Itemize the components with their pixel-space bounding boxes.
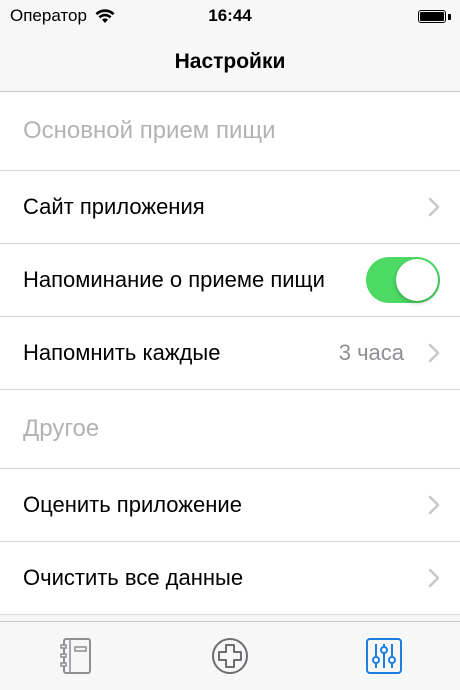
page-title: Настройки — [174, 50, 286, 73]
row-meal-reminder: Напоминание о приеме пищи — [0, 244, 460, 317]
battery-tip — [448, 14, 451, 20]
meal-reminder-toggle[interactable] — [366, 257, 440, 303]
chevron-right-icon — [428, 197, 440, 217]
row-remind-every[interactable]: Напомнить каждые 3 часа — [0, 317, 460, 390]
section-header-label: Основной прием пищи — [23, 117, 276, 144]
settings-list: Основной прием пищи Сайт приложения Напо… — [0, 92, 460, 615]
battery-fill — [420, 12, 444, 21]
battery-icon — [418, 10, 446, 23]
row-label: Напомнить каждые — [23, 340, 221, 365]
row-rate-app[interactable]: Оценить приложение — [0, 469, 460, 542]
toggle-knob — [396, 259, 438, 301]
navigation-bar: Настройки — [0, 36, 460, 92]
row-label: Напоминание о приеме пищи — [23, 267, 325, 292]
row-label: Сайт приложения — [23, 194, 205, 219]
row-label: Оценить приложение — [23, 492, 242, 517]
remind-interval-value: 3 часа — [338, 340, 404, 365]
chevron-right-icon — [428, 568, 440, 588]
row-clear-data[interactable]: Очистить все данные — [0, 542, 460, 615]
status-time: 16:44 — [208, 6, 252, 25]
section-header-other: Другое — [0, 390, 460, 469]
settings-sliders-icon[interactable] — [364, 636, 404, 676]
row-label: Очистить все данные — [23, 565, 244, 590]
section-header-main-meal: Основной прием пищи — [0, 92, 460, 171]
notebook-icon[interactable] — [56, 636, 96, 676]
chevron-right-icon — [428, 343, 440, 363]
section-header-label: Другое — [23, 415, 100, 442]
chevron-right-icon — [428, 495, 440, 515]
row-app-site[interactable]: Сайт приложения — [0, 171, 460, 244]
status-bar: Оператор 16:44 — [0, 0, 460, 36]
tab-bar — [0, 621, 460, 690]
add-circle-icon[interactable] — [210, 636, 250, 676]
